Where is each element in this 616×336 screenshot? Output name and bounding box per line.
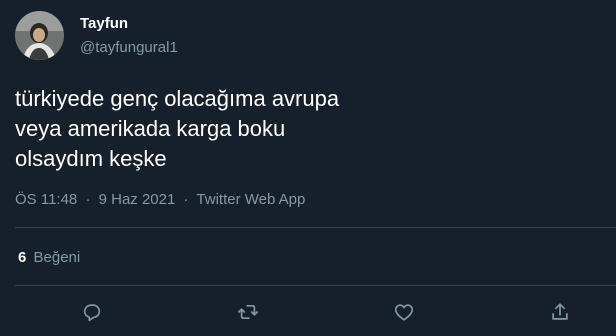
retweet-icon xyxy=(238,304,258,320)
likes-count: 6 xyxy=(18,249,27,266)
tweet-meta: ÖS 11:48 · 9 Haz 2021 · Twitter Web App xyxy=(15,190,305,210)
reply-icon xyxy=(83,304,101,322)
tweet-text-line: veya amerikada karga boku xyxy=(15,116,286,141)
tweet-card: Tayfun @tayfungural1 türkiyede genç olac… xyxy=(0,0,616,336)
tweet-text-line: olsaydım keşke xyxy=(15,146,167,171)
reply-button[interactable] xyxy=(74,294,110,330)
divider xyxy=(15,227,616,228)
retweet-button[interactable] xyxy=(230,294,266,330)
likes-stat[interactable]: 6 Beğeni xyxy=(18,248,80,268)
author-info[interactable]: Tayfun @tayfungural1 xyxy=(80,14,178,58)
meta-separator: · xyxy=(85,191,91,208)
avatar[interactable] xyxy=(15,11,64,60)
tweet-date-link[interactable]: 9 Haz 2021 xyxy=(99,191,176,208)
share-icon xyxy=(552,303,568,320)
like-button[interactable] xyxy=(386,294,422,330)
meta-separator: · xyxy=(183,191,189,208)
like-icon xyxy=(394,304,414,321)
tweet-source-link[interactable]: Twitter Web App xyxy=(196,191,305,208)
tweet-text: türkiyede genç olacağıma avrupa veya ame… xyxy=(15,84,595,174)
tweet-time-link[interactable]: ÖS 11:48 xyxy=(15,191,77,208)
divider xyxy=(15,285,616,286)
author-display-name[interactable]: Tayfun xyxy=(80,14,178,34)
author-handle[interactable]: @tayfungural1 xyxy=(80,38,178,58)
likes-label: Beğeni xyxy=(33,249,81,266)
share-button[interactable] xyxy=(542,294,578,330)
avatar-image xyxy=(15,11,64,60)
tweet-text-line: türkiyede genç olacağıma avrupa xyxy=(15,86,340,111)
action-bar xyxy=(0,294,616,330)
